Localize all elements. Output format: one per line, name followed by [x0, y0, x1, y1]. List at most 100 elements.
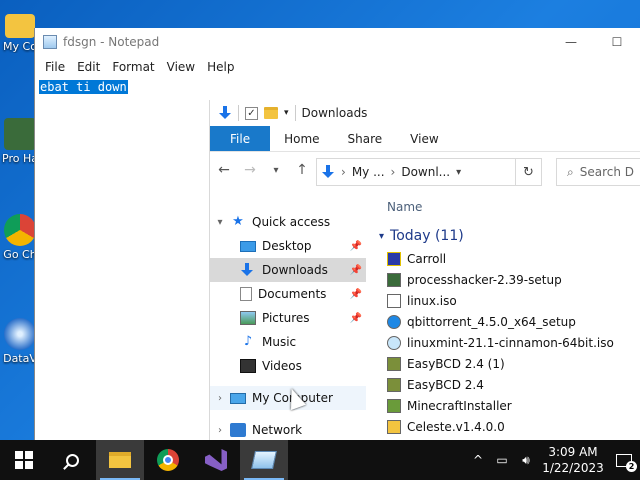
chevron-right-icon[interactable]: › [210, 425, 230, 436]
list-item[interactable]: MinecraftInstaller [375, 395, 640, 416]
file-name: Carroll [407, 251, 447, 266]
qbittorrent-icon [387, 314, 401, 329]
nav-quick-access[interactable]: ▾ ★ Quick access [210, 210, 366, 234]
downloads-arrow-icon [218, 106, 232, 120]
list-item[interactable]: EasyBCD 2.4 (1) [375, 353, 640, 374]
new-folder-icon[interactable] [264, 107, 278, 119]
notification-count: 2 [626, 460, 637, 472]
breadcrumb-my-computer[interactable]: My ... [352, 165, 385, 179]
nav-item-desktop[interactable]: Desktop 📌 [210, 234, 366, 258]
properties-icon[interactable]: ✓ [245, 106, 258, 120]
tab-share[interactable]: Share [334, 126, 397, 151]
nav-item-network[interactable]: › Network [210, 418, 366, 442]
installer-icon [387, 272, 401, 287]
notification-icon: 2 [616, 453, 637, 472]
nav-label: Quick access [252, 215, 331, 229]
process-hacker-icon [4, 118, 36, 150]
system-tray: ^ ▭ 🔊︎ 3:09 AM 1/22/2023 2 [466, 440, 640, 480]
downloads-arrow-icon [240, 263, 256, 277]
address-dropdown-icon[interactable]: ▾ [456, 167, 461, 178]
taskbar-search-button[interactable] [48, 440, 96, 480]
volume-icon[interactable]: 🔊︎ [514, 453, 538, 468]
clock[interactable]: 3:09 AM 1/22/2023 [538, 444, 608, 476]
pin-icon: 📌 [349, 264, 362, 276]
pin-icon: 📌 [349, 240, 362, 252]
maximize-button[interactable]: ☐ [594, 35, 640, 49]
list-item[interactable]: qbittorrent_4.5.0_x64_setup [375, 311, 640, 332]
installer-icon [387, 356, 401, 371]
file-name: MinecraftInstaller [407, 398, 512, 413]
desktop-icon [240, 240, 256, 252]
nav-item-music[interactable]: ♪ Music [210, 330, 366, 354]
nav-label: Music [262, 335, 297, 349]
list-item[interactable]: linux.iso [375, 290, 640, 311]
divider [238, 105, 239, 121]
windows-logo-icon [15, 451, 33, 469]
search-box[interactable]: ⌕ Search D [556, 158, 640, 186]
iso-file-icon [387, 293, 401, 308]
network-icon[interactable]: ▭ [490, 453, 514, 467]
search-icon: ⌕ [567, 164, 574, 179]
chrome-icon [157, 449, 179, 471]
nav-item-documents[interactable]: Documents 📌 [210, 282, 366, 306]
installer-icon [387, 377, 401, 392]
file-name: processhacker-2.39-setup [407, 272, 562, 287]
tab-home[interactable]: Home [270, 126, 333, 151]
list-item[interactable]: EasyBCD 2.4 [375, 374, 640, 395]
taskbar-chrome[interactable] [144, 440, 192, 480]
list-item[interactable]: Celeste.v1.4.0.0 [375, 416, 640, 437]
computer-icon [230, 392, 246, 404]
file-name: EasyBCD 2.4 (1) [407, 356, 505, 371]
nav-item-pictures[interactable]: Pictures 📌 [210, 306, 366, 330]
start-button[interactable] [0, 440, 48, 480]
nav-item-videos[interactable]: Videos [210, 354, 366, 378]
notepad-titlebar[interactable]: fdsgn - Notepad — ☐ [35, 28, 640, 56]
tray-caret-icon[interactable]: ^ [466, 453, 490, 467]
tab-file[interactable]: File [210, 126, 271, 151]
menu-edit[interactable]: Edit [71, 58, 106, 76]
tab-view[interactable]: View [396, 126, 452, 151]
nav-label: Documents [258, 287, 327, 301]
taskbar: ^ ▭ 🔊︎ 3:09 AM 1/22/2023 2 [0, 440, 640, 480]
menu-format[interactable]: Format [106, 58, 160, 76]
notification-button[interactable]: 2 [608, 453, 640, 472]
forward-arrow-icon[interactable]: → [242, 162, 258, 178]
file-name: linux.iso [407, 293, 457, 308]
nav-label: Network [252, 423, 303, 437]
chevron-down-icon[interactable]: ▾ [210, 217, 230, 228]
navigation-pane: ▾ ★ Quick access Desktop 📌 Downloads 📌 D… [210, 210, 366, 440]
minecraft-icon [387, 398, 401, 413]
notepad-icon [43, 35, 57, 49]
list-item[interactable]: linuxmint-21.1-cinnamon-64bit.iso [375, 332, 640, 353]
chevron-down-icon[interactable]: ▾ [284, 108, 289, 118]
address-bar[interactable]: › My ... › Downl... ▾ ↻ [316, 158, 542, 186]
breadcrumb-separator: › [341, 165, 346, 179]
music-icon: ♪ [243, 334, 253, 349]
back-arrow-icon[interactable]: ← [216, 162, 232, 178]
minimize-button[interactable]: — [548, 35, 594, 49]
menu-file[interactable]: File [39, 58, 71, 76]
nav-item-downloads[interactable]: Downloads 📌 [210, 258, 366, 282]
group-header-today[interactable]: ▾ Today (11) [375, 224, 640, 248]
menu-help[interactable]: Help [201, 58, 240, 76]
list-item[interactable]: processhacker-2.39-setup [375, 269, 640, 290]
nav-label: Desktop [262, 239, 312, 253]
search-placeholder: Search D [579, 165, 635, 179]
column-header-name[interactable]: Name [375, 190, 640, 224]
taskbar-notepad[interactable] [240, 440, 288, 480]
taskbar-visual-studio[interactable] [192, 440, 240, 480]
list-item[interactable]: Carroll [375, 248, 640, 269]
file-list: Name ▾ Today (11) Carroll processhacker-… [375, 190, 640, 440]
pin-icon: 📌 [349, 288, 362, 300]
breadcrumb-downloads[interactable]: Downl... [401, 165, 450, 179]
taskbar-file-explorer[interactable] [96, 440, 144, 480]
chevron-right-icon[interactable]: › [210, 393, 230, 404]
up-arrow-icon[interactable]: ↑ [294, 162, 310, 178]
pictures-icon [240, 311, 256, 325]
breadcrumb-separator: › [390, 165, 396, 179]
recent-chevron-icon[interactable]: ▾ [268, 165, 284, 176]
menu-view[interactable]: View [161, 58, 201, 76]
refresh-icon[interactable]: ↻ [515, 159, 541, 185]
file-name: EasyBCD 2.4 [407, 377, 484, 392]
chrome-icon [4, 214, 36, 246]
